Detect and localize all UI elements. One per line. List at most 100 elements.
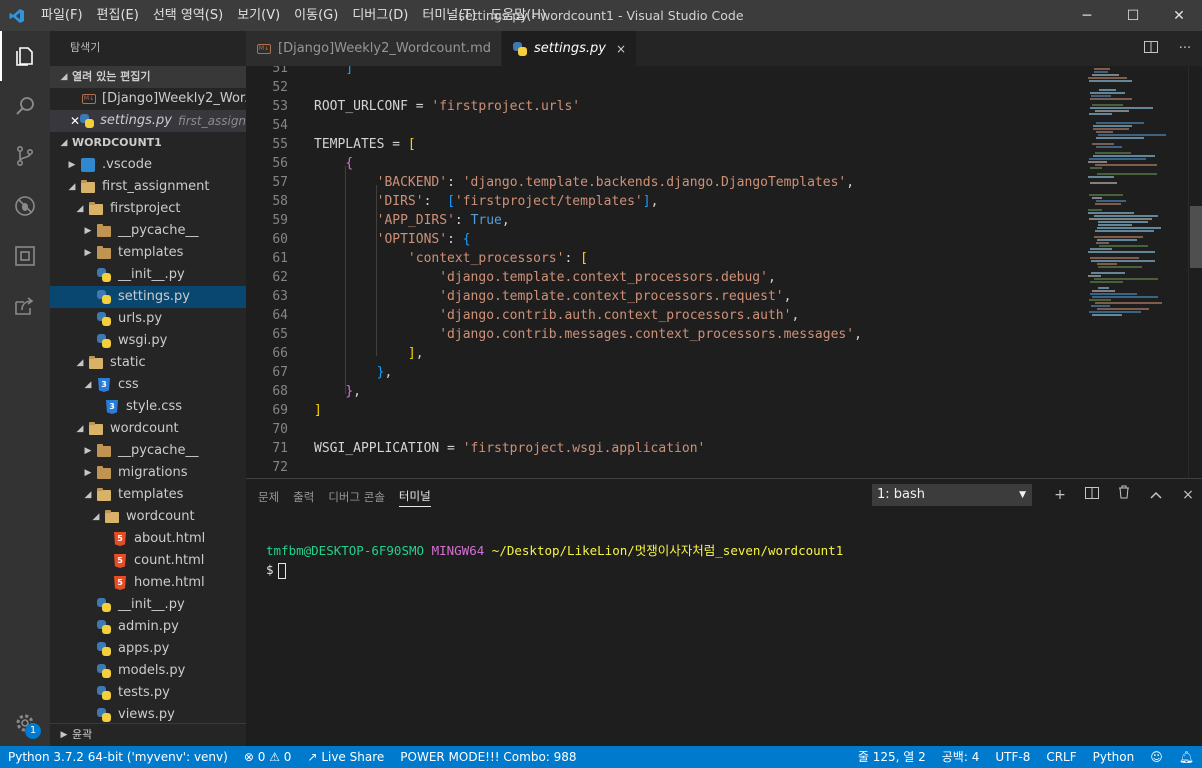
minimap-line: [1093, 125, 1132, 127]
minimap-line: [1096, 200, 1126, 202]
indentation[interactable]: 공백: 4: [934, 746, 988, 768]
live-share-icon[interactable]: [0, 281, 50, 331]
tree-item[interactable]: ◢ templates: [50, 484, 246, 506]
split-editor-icon[interactable]: [1134, 40, 1168, 57]
project-header[interactable]: ◢ WORDCOUNT1: [50, 132, 246, 154]
explorer-icon[interactable]: [0, 31, 50, 81]
tree-item[interactable]: ◢ 3 css: [50, 374, 246, 396]
menu-view[interactable]: 보기(V): [230, 0, 287, 31]
tree-item[interactable]: 3 style.css: [50, 396, 246, 418]
maximize-panel-icon[interactable]: [1140, 484, 1172, 506]
prompt-symbol: $: [266, 562, 274, 577]
code-editor[interactable]: 51 ] 52 53 ROOT_URLCONF = 'firstproject.url…: [246, 66, 1202, 478]
folder-icon: [96, 443, 112, 459]
code-line: 64 'django.contrib.auth.context_processo…: [246, 306, 1086, 325]
python-icon: [96, 267, 112, 283]
tree-item[interactable]: ◢ first_assignment: [50, 176, 246, 198]
tree-item[interactable]: models.py: [50, 660, 246, 682]
tab-markdown[interactable]: M↓ [Django]Weekly2_Wordcount.md: [246, 31, 503, 66]
trash-icon[interactable]: [1108, 484, 1140, 506]
tree-item[interactable]: ◢ static: [50, 352, 246, 374]
python-interpreter[interactable]: Python 3.7.2 64-bit ('myvenv': venv): [0, 746, 236, 768]
source-control-icon[interactable]: [0, 131, 50, 181]
maximize-button[interactable]: ☐: [1110, 0, 1156, 31]
menu-file[interactable]: 파일(F): [34, 0, 90, 31]
tree-item[interactable]: urls.py: [50, 308, 246, 330]
menu-go[interactable]: 이동(G): [287, 0, 345, 31]
minimap-line: [1091, 272, 1125, 274]
minimap[interactable]: [1084, 66, 1188, 478]
more-actions-icon[interactable]: ···: [1168, 41, 1202, 56]
feedback-smiley-icon[interactable]: ☺: [1142, 746, 1171, 768]
minimap-line: [1095, 230, 1154, 232]
tab-output[interactable]: 출력: [293, 487, 314, 507]
notifications-bell-icon[interactable]: 🔔︎: [1171, 746, 1202, 768]
tree-item[interactable]: ▶ migrations: [50, 462, 246, 484]
tree-item[interactable]: settings.py: [50, 286, 246, 308]
live-share-button[interactable]: ↗ Live Share: [299, 746, 392, 768]
extensions-icon[interactable]: [0, 231, 50, 281]
language-mode[interactable]: Python: [1085, 746, 1143, 768]
split-terminal-icon[interactable]: [1076, 484, 1108, 506]
open-editor-item[interactable]: M↓ [Django]Weekly2_Wor...: [50, 88, 246, 110]
open-editor-item[interactable]: ✕ settings.py first_assignm...: [50, 110, 246, 132]
tree-item[interactable]: __init__.py: [50, 594, 246, 616]
minimap-line: [1097, 263, 1117, 265]
menu-terminal[interactable]: 터미널(T): [415, 0, 483, 31]
tree-item[interactable]: ◢ firstproject: [50, 198, 246, 220]
code-line: 71 WSGI_APPLICATION = 'firstproject.wsgi.…: [246, 439, 1086, 458]
menu-debug[interactable]: 디버그(D): [345, 0, 415, 31]
tree-item[interactable]: ◢ wordcount: [50, 418, 246, 440]
debug-icon[interactable]: [0, 181, 50, 231]
html-icon: 5: [112, 531, 128, 547]
close-panel-button[interactable]: ×: [1172, 484, 1202, 506]
search-icon[interactable]: [0, 81, 50, 131]
menu-selection[interactable]: 선택 영역(S): [146, 0, 230, 31]
terminal-cursor: [277, 562, 286, 579]
settings-gear-icon[interactable]: 1: [0, 703, 50, 743]
tab-settings[interactable]: settings.py ×: [502, 31, 637, 66]
open-editors-header[interactable]: ◢ 열려 있는 편집기: [50, 66, 246, 88]
problems-indicator[interactable]: ⊗ 0 ⚠ 0: [236, 746, 300, 768]
terminal-output[interactable]: tmfbm@DESKTOP-6F90SMO MINGW64 ~/Desktop/…: [266, 541, 843, 579]
cursor-position[interactable]: 줄 125, 열 2: [850, 746, 934, 768]
tree-item[interactable]: 5 about.html: [50, 528, 246, 550]
tree-item[interactable]: 5 count.html: [50, 550, 246, 572]
tree-item[interactable]: admin.py: [50, 616, 246, 638]
new-terminal-button[interactable]: +: [1044, 484, 1076, 506]
end-of-line[interactable]: CRLF: [1038, 746, 1084, 768]
tree-item[interactable]: __init__.py: [50, 264, 246, 286]
tree-item[interactable]: apps.py: [50, 638, 246, 660]
terminal-select[interactable]: 1: bash ▼: [872, 484, 1032, 506]
close-tab-icon[interactable]: ×: [616, 42, 626, 56]
chevron-down-icon: ◢: [84, 490, 92, 500]
tree-item[interactable]: 5 home.html: [50, 572, 246, 594]
close-window-button[interactable]: ✕: [1156, 0, 1202, 31]
code-line: 67 },: [246, 363, 1086, 382]
tree-item[interactable]: ▶ .vscode: [50, 154, 246, 176]
tree-item[interactable]: tests.py: [50, 682, 246, 704]
menu-help[interactable]: 도움말(H): [483, 0, 553, 31]
encoding[interactable]: UTF-8: [987, 746, 1038, 768]
tab-debug-console[interactable]: 디버그 콘솔: [328, 487, 385, 507]
code-token: 'django.template.context_processors.requ…: [439, 289, 784, 304]
line-number: 72: [272, 460, 288, 475]
tree-item[interactable]: ▶ __pycache__: [50, 440, 246, 462]
code-line: 70: [246, 420, 1086, 439]
minimap-line: [1096, 242, 1109, 244]
code-line: 66 ],: [246, 344, 1086, 363]
outline-header[interactable]: ▶ 윤곽: [50, 723, 246, 745]
tree-item[interactable]: wsgi.py: [50, 330, 246, 352]
code-line: 60 'OPTIONS': {: [246, 230, 1086, 249]
close-icon[interactable]: ✕: [70, 110, 80, 132]
tree-item[interactable]: ▶ __pycache__: [50, 220, 246, 242]
tab-terminal[interactable]: 터미널: [398, 486, 431, 507]
editor-scrollbar[interactable]: [1188, 66, 1202, 478]
tree-item[interactable]: ◢ wordcount: [50, 506, 246, 528]
minimize-button[interactable]: ─: [1064, 0, 1110, 31]
tree-item[interactable]: ▶ templates: [50, 242, 246, 264]
scrollbar-thumb[interactable]: [1190, 206, 1202, 268]
menu-edit[interactable]: 편집(E): [90, 0, 146, 31]
tab-problems[interactable]: 문제: [258, 487, 279, 507]
code-token: :: [447, 232, 463, 247]
